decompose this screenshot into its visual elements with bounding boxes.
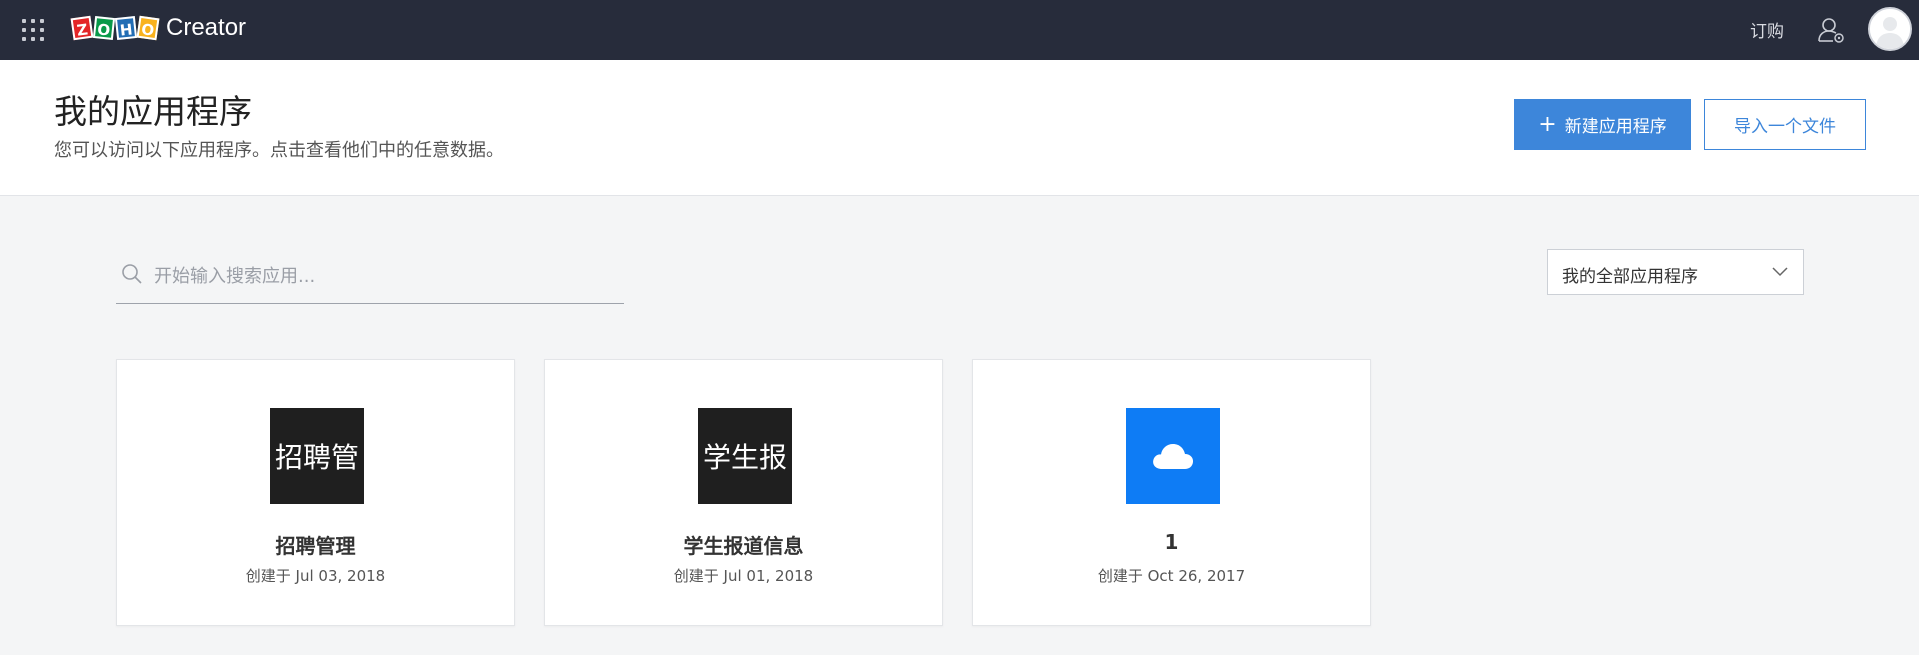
search-bar — [116, 250, 624, 304]
app-card[interactable]: 学生报 学生报道信息 创建于 Jul 01, 2018 — [544, 359, 943, 626]
subscribe-link[interactable]: 订购 — [1750, 17, 1784, 42]
app-icon-tile: 招聘管 — [270, 408, 364, 504]
apps-grid-icon[interactable] — [22, 19, 44, 41]
search-input[interactable] — [152, 258, 616, 294]
zoho-logo-mark: Z O H O — [70, 15, 160, 41]
app-name: 招聘管理 — [275, 534, 356, 558]
page-title: 我的应用程序 — [54, 92, 252, 131]
app-card[interactable]: 招聘管 招聘管理 创建于 Jul 03, 2018 — [116, 359, 515, 626]
user-settings-icon[interactable] — [1816, 15, 1846, 45]
new-application-button[interactable]: + 新建应用程序 — [1514, 99, 1691, 150]
app-icon-text: 学生报 — [702, 441, 787, 474]
app-created-date: 创建于 Oct 26, 2017 — [1097, 567, 1246, 585]
logo-letter: O — [92, 16, 116, 40]
app-filter-selected: 我的全部应用程序 — [1562, 267, 1698, 287]
app-icon-tile: 学生报 — [698, 408, 792, 504]
app-filter-dropdown[interactable]: 我的全部应用程序 — [1547, 249, 1804, 295]
user-avatar-icon[interactable] — [1868, 7, 1912, 51]
app-created-date: 创建于 Jul 01, 2018 — [673, 567, 814, 585]
top-navigation-bar: Z O H O Creator 订购 — [0, 0, 1919, 60]
app-name: 1 — [1164, 530, 1179, 554]
search-icon — [122, 264, 142, 284]
chevron-down-icon — [1772, 267, 1788, 277]
app-name: 学生报道信息 — [683, 534, 804, 558]
page-subtitle: 您可以访问以下应用程序。点击查看他们中的任意数据。 — [54, 140, 504, 161]
logo-letter: Z — [70, 15, 94, 41]
page-header: 我的应用程序 您可以访问以下应用程序。点击查看他们中的任意数据。 + 新建应用程… — [0, 60, 1919, 196]
app-card[interactable]: 1 创建于 Oct 26, 2017 — [972, 359, 1371, 626]
new-application-label: 新建应用程序 — [1564, 117, 1667, 137]
logo-letter: O — [136, 15, 160, 41]
app-created-date: 创建于 Jul 03, 2018 — [245, 567, 386, 585]
app-icon-tile — [1126, 408, 1220, 504]
import-file-button[interactable]: 导入一个文件 — [1704, 99, 1866, 150]
logo-letter: H — [114, 16, 138, 40]
product-name: Creator — [166, 14, 247, 41]
plus-icon: + — [1538, 111, 1557, 137]
cloud-icon — [1153, 444, 1194, 469]
app-icon-text: 招聘管 — [274, 441, 359, 474]
zoho-creator-logo[interactable]: Z O H O Creator — [70, 14, 247, 42]
